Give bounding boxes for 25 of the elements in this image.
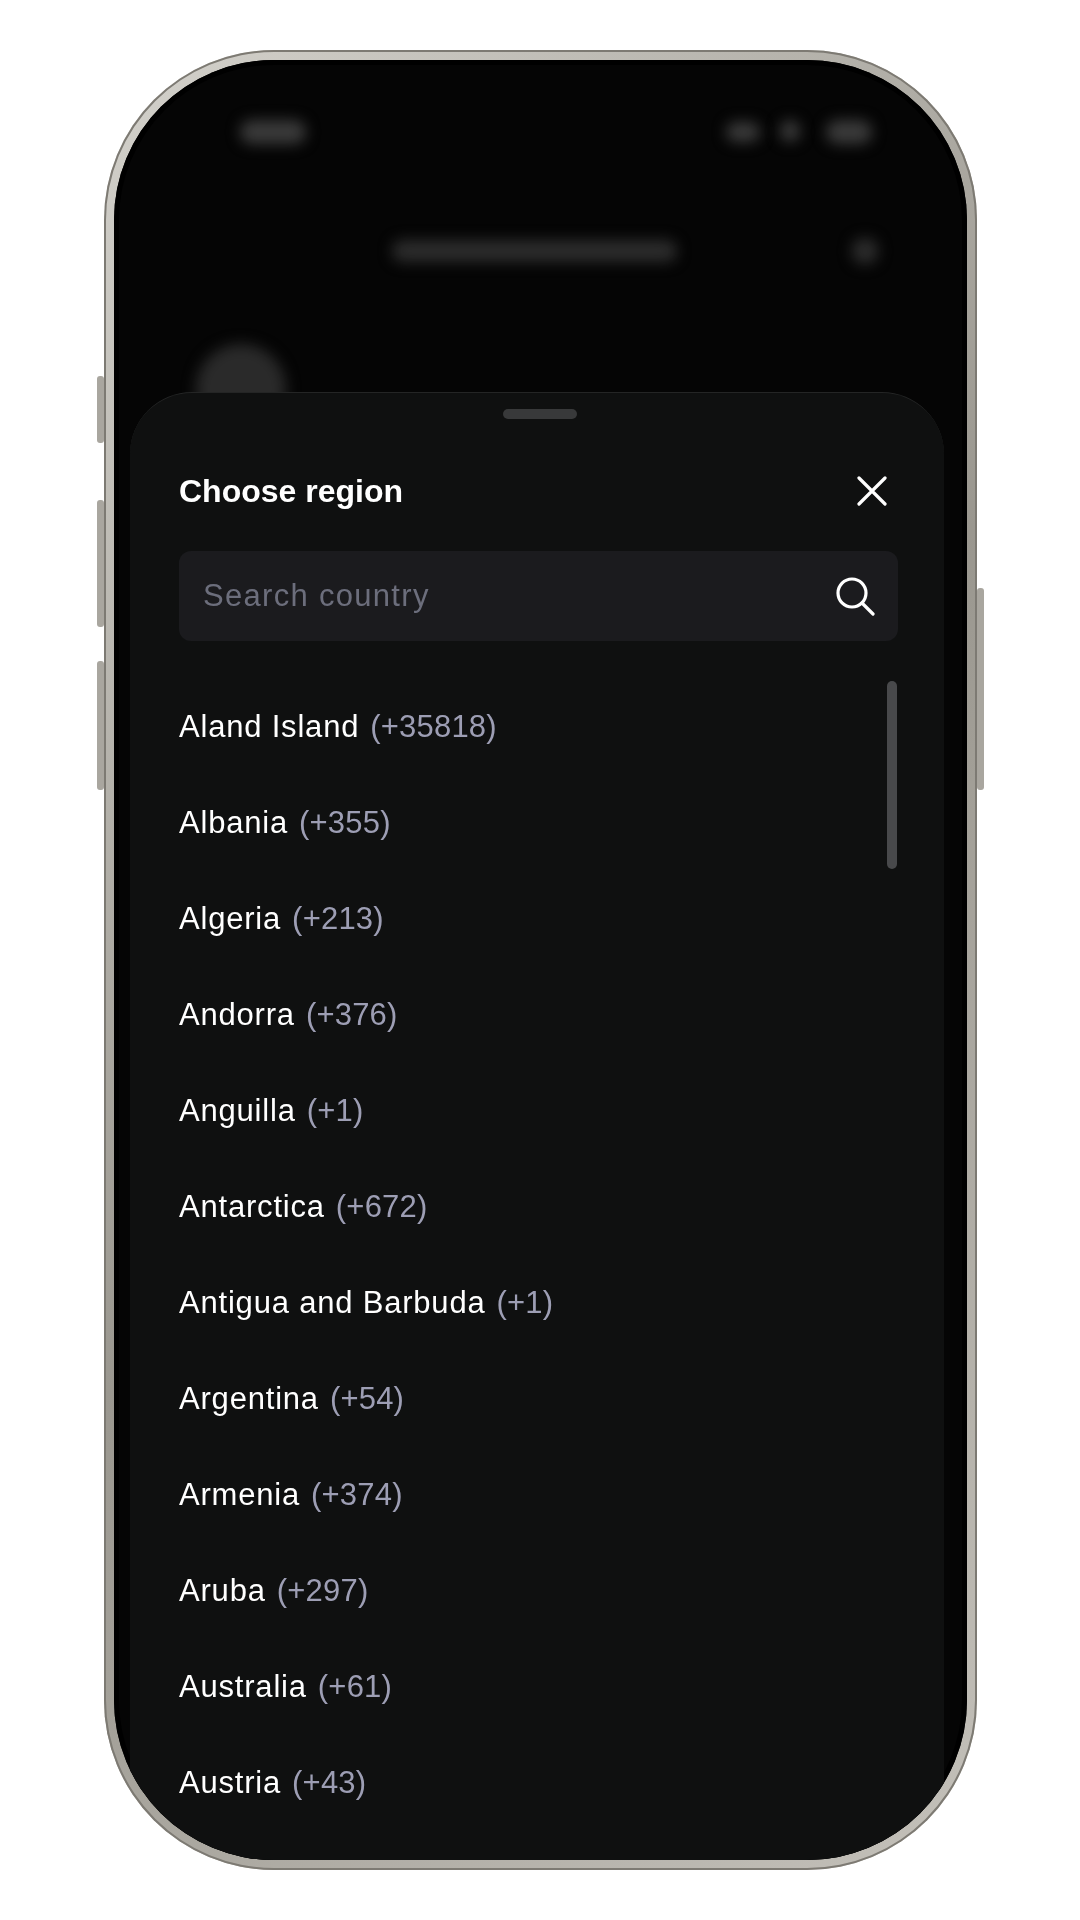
country-option[interactable]: Andorra (+376) (179, 997, 398, 1033)
country-option[interactable]: Armenia (+374) (179, 1477, 403, 1513)
search-field[interactable]: Search country (179, 551, 898, 641)
close-button[interactable] (857, 476, 887, 506)
blurred-status-icon (726, 122, 760, 142)
country-option[interactable]: Aland Island (+35818) (179, 709, 497, 745)
country-option[interactable]: Algeria (+213) (179, 901, 384, 937)
side-key-drawing (97, 376, 104, 443)
blurred-status-time (240, 120, 306, 144)
blurred-header-icon (852, 238, 878, 264)
close-icon (857, 476, 887, 506)
country-option[interactable]: Austria (+43) (179, 1765, 367, 1801)
blurred-status-icon (780, 120, 800, 142)
country-option[interactable]: Aruba (+297) (179, 1573, 369, 1609)
country-option[interactable]: Antigua and Barbuda (+1) (179, 1285, 554, 1321)
country-option[interactable]: Australia (+61) (179, 1669, 393, 1705)
sheet-handle[interactable] (503, 409, 577, 419)
scrollbar-thumb[interactable] (887, 681, 897, 869)
blurred-status-icon (826, 120, 872, 144)
country-option[interactable]: Albania (+355) (179, 805, 391, 841)
country-option[interactable]: Antarctica (+672) (179, 1189, 428, 1225)
search-icon[interactable] (835, 576, 875, 616)
country-option[interactable]: Argentina (+54) (179, 1381, 405, 1417)
sheet-title: Choose region (179, 472, 403, 510)
country-option[interactable]: Anguilla (+1) (179, 1093, 364, 1129)
